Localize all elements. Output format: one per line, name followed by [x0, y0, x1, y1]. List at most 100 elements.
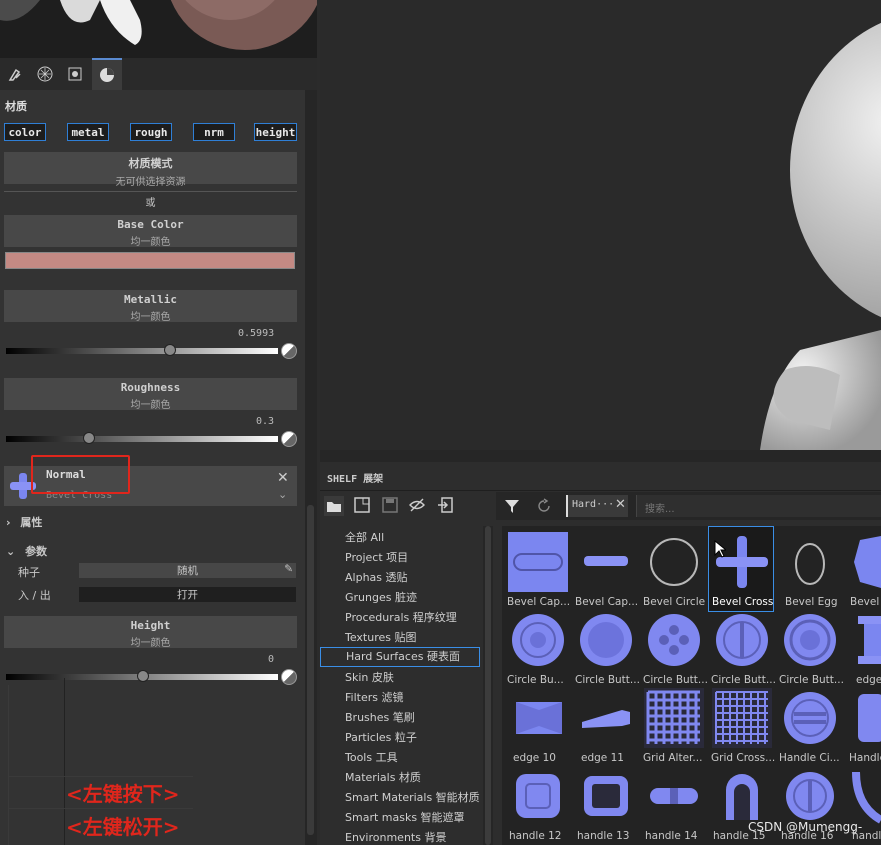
- roughness-slider-knob[interactable]: [82, 432, 95, 444]
- seed-field[interactable]: 随机 ✎: [79, 563, 296, 578]
- height-value: 0: [268, 654, 275, 665]
- resource-thumb[interactable]: [780, 688, 840, 748]
- category-item[interactable]: Smart masks 智能遮罩: [345, 809, 465, 825]
- watermark: CSDN @Mumengg-: [748, 820, 863, 834]
- category-item[interactable]: Textures 贴图: [345, 629, 417, 645]
- metallic-title: Metallic: [124, 293, 177, 306]
- scrollbar-thumb[interactable]: [485, 526, 491, 845]
- divider: [320, 490, 881, 491]
- metallic-slider[interactable]: [6, 344, 278, 356]
- preview-strokes: [0, 0, 317, 50]
- category-item[interactable]: 全部 All: [345, 529, 384, 545]
- resource-thumb[interactable]: [850, 688, 881, 748]
- properties-tab[interactable]: [92, 58, 122, 90]
- character-model: [760, 22, 881, 450]
- metallic-block[interactable]: Metallic 均一颜色: [4, 290, 297, 323]
- material-mode-block[interactable]: 材质模式 无可供选择资源: [4, 152, 297, 188]
- resource-thumb[interactable]: [782, 532, 842, 592]
- resource-thumb[interactable]: [508, 688, 568, 748]
- resource-thumb[interactable]: [850, 766, 881, 826]
- chevron-down-icon[interactable]: ⌄: [278, 488, 287, 501]
- scrollbar-thumb[interactable]: [307, 505, 314, 835]
- height-reset-icon[interactable]: [281, 669, 297, 685]
- import-icon[interactable]: [436, 496, 454, 517]
- resource-label: Bevel Egg: [785, 596, 838, 608]
- refresh-icon[interactable]: [536, 498, 552, 517]
- save-icon[interactable]: [381, 496, 399, 517]
- resource-thumb[interactable]: [644, 766, 704, 826]
- height-slider-knob[interactable]: [137, 670, 149, 682]
- material-tab[interactable]: [30, 58, 60, 90]
- resource-thumb[interactable]: [644, 688, 704, 748]
- params-section[interactable]: ⌄ 参数: [6, 543, 47, 559]
- filter-tag[interactable]: Hard··· ✕: [566, 495, 628, 517]
- base-color-block[interactable]: Base Color 均一颜色: [4, 215, 297, 248]
- chevron-right-icon: ›: [6, 516, 11, 529]
- params-label: 参数: [25, 545, 48, 558]
- channel-height[interactable]: height: [254, 123, 297, 141]
- material-mode-subtitle: 无可供选择资源: [115, 177, 186, 188]
- attributes-section[interactable]: › 属性: [6, 514, 42, 530]
- height-block[interactable]: Height 均一颜色: [4, 616, 297, 649]
- close-icon[interactable]: ✕: [615, 497, 626, 512]
- left-panel-scrollbar[interactable]: [305, 90, 317, 845]
- resource-thumb[interactable]: [508, 610, 568, 670]
- roughness-reset-icon[interactable]: [281, 431, 297, 447]
- folder-icon[interactable]: [324, 496, 344, 516]
- resource-thumb[interactable]: [780, 610, 840, 670]
- shelf-splitter[interactable]: [320, 450, 881, 462]
- resource-thumb[interactable]: [712, 688, 772, 748]
- resource-thumb[interactable]: [576, 610, 636, 670]
- height-slider[interactable]: [6, 670, 278, 682]
- category-item[interactable]: Smart Materials 智能材质: [345, 789, 480, 805]
- category-item[interactable]: Alphas 透贴: [345, 569, 408, 585]
- category-item[interactable]: Filters 滤镜: [345, 689, 403, 705]
- category-item[interactable]: Environments 背景: [345, 829, 446, 845]
- channel-rough[interactable]: rough: [130, 123, 172, 141]
- search-input[interactable]: 搜索...: [636, 495, 881, 517]
- category-item[interactable]: Brushes 笔刷: [345, 709, 415, 725]
- resource-thumb[interactable]: [780, 766, 840, 826]
- new-window-icon[interactable]: [353, 496, 371, 517]
- category-item[interactable]: Procedurals 程序纹理: [345, 609, 457, 625]
- metallic-reset-icon[interactable]: [281, 343, 297, 359]
- resource-thumb[interactable]: [644, 532, 704, 592]
- resource-thumb[interactable]: [576, 532, 636, 592]
- resource-thumb[interactable]: [850, 610, 881, 670]
- category-item[interactable]: Materials 材质: [345, 769, 421, 785]
- resource-thumb[interactable]: [712, 766, 772, 826]
- channel-nrm[interactable]: nrm: [193, 123, 235, 141]
- channel-metal[interactable]: metal: [67, 123, 109, 141]
- category-item[interactable]: Project 项目: [345, 549, 408, 565]
- close-icon[interactable]: ✕: [277, 470, 289, 486]
- base-color-swatch[interactable]: [5, 252, 295, 269]
- in-out-field[interactable]: 打开: [79, 587, 296, 602]
- category-item[interactable]: Skin 皮肤: [345, 669, 394, 685]
- brush-tab[interactable]: [0, 58, 30, 90]
- category-item-selected[interactable]: Hard Surfaces 硬表面: [320, 647, 480, 667]
- resource-thumb[interactable]: [508, 532, 568, 592]
- resource-thumb[interactable]: [576, 766, 636, 826]
- roughness-block[interactable]: Roughness 均一颜色: [4, 378, 297, 411]
- mask-tab[interactable]: [60, 58, 90, 90]
- category-scrollbar[interactable]: [483, 526, 493, 845]
- roughness-slider[interactable]: [6, 432, 278, 444]
- resource-thumb[interactable]: [576, 688, 636, 748]
- channel-color[interactable]: color: [4, 123, 46, 141]
- base-color-subtitle: 均一颜色: [130, 237, 171, 248]
- resource-label: Circle Butt...: [643, 674, 708, 686]
- filter-icon[interactable]: [504, 498, 520, 517]
- resource-thumb[interactable]: [644, 610, 704, 670]
- resource-thumb[interactable]: [508, 766, 568, 826]
- 3d-viewport[interactable]: [320, 0, 881, 450]
- resource-thumb[interactable]: [712, 610, 772, 670]
- search-placeholder: 搜索...: [645, 504, 675, 515]
- category-item[interactable]: Tools 工具: [345, 749, 398, 765]
- hide-icon[interactable]: [408, 496, 426, 517]
- resource-label: Bevel Cap...: [575, 596, 639, 608]
- resource-thumb[interactable]: [850, 532, 881, 592]
- or-label: 或: [145, 198, 156, 209]
- pencil-icon[interactable]: ✎: [284, 563, 293, 575]
- category-item[interactable]: Particles 粒子: [345, 729, 417, 745]
- category-item[interactable]: Grunges 脏迹: [345, 589, 417, 605]
